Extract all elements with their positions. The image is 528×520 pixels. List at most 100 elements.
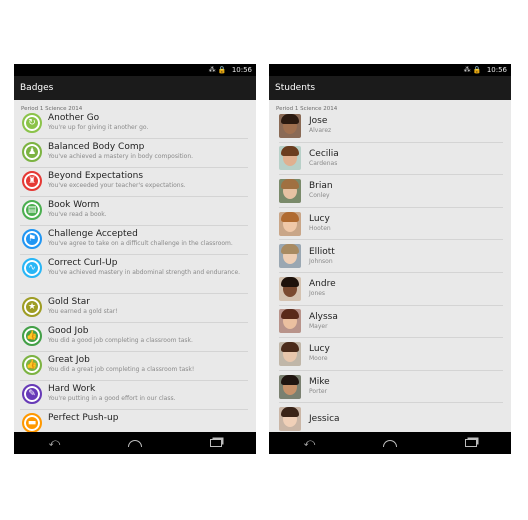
signal-icons: ⁂ 🔒 <box>208 66 227 74</box>
home-button[interactable] <box>120 435 150 451</box>
avatar <box>279 178 301 203</box>
student-name: Elliott Johnson <box>309 247 335 266</box>
badge-description: You're up for giving it another go. <box>48 124 149 131</box>
badge-item[interactable]: ▤ Book Worm You've read a book. <box>20 197 248 226</box>
student-first-name: Brian <box>309 181 333 192</box>
student-item[interactable]: Brian Conley <box>279 175 503 208</box>
student-name: Alyssa Mayer <box>309 312 338 331</box>
student-item[interactable]: Jose Alvarez <box>279 110 503 143</box>
student-item[interactable]: Elliott Johnson <box>279 240 503 273</box>
back-button[interactable]: ⤺ <box>294 435 324 451</box>
badge-glyph: ▤ <box>27 205 37 215</box>
student-item[interactable]: Mike Porter <box>279 371 503 404</box>
student-item[interactable]: Lucy Hooten <box>279 208 503 241</box>
avatar <box>279 244 301 269</box>
student-first-name: Lucy <box>309 214 330 225</box>
recent-apps-button[interactable] <box>201 435 231 451</box>
student-item[interactable]: Alyssa Mayer <box>279 306 503 339</box>
badge-text: Hard Work You're putting in a good effort… <box>48 381 248 403</box>
badge-item[interactable]: ∿ Correct Curl-Up You've achieved mastery … <box>20 255 248 294</box>
student-first-name: Elliott <box>309 246 335 257</box>
badge-description: You've read a book. <box>48 211 107 218</box>
student-first-name: Jessica <box>309 413 340 424</box>
badge-title: Good Job <box>48 326 89 336</box>
badge-title: Another Go <box>48 113 100 123</box>
badge-description: You've exceeded your teacher's expectati… <box>48 182 186 189</box>
badge-item[interactable]: ⚑ Challenge Accepted You've agree to take … <box>20 226 248 255</box>
recent-apps-icon <box>209 439 222 447</box>
status-bar: ⁂ 🔒 10:56 <box>269 64 511 76</box>
badge-glyph: ♜ <box>27 176 37 186</box>
badge-item[interactable]: ↻ Another Go You're up for giving it anoth… <box>20 110 248 139</box>
pushup-icon: ▬ <box>22 413 42 432</box>
badge-glyph: ✎ <box>28 389 36 399</box>
badge-item[interactable]: 👍 Good Job You did a good job completing a… <box>20 323 248 352</box>
badge-list[interactable]: Period 1 Science 2014 ↻ Another Go You're … <box>14 100 256 432</box>
back-button[interactable]: ⤺ <box>39 435 69 451</box>
thumbs-up-icon: 👍 <box>22 355 42 375</box>
badge-item[interactable]: ♜ Beyond Expectations You've exceeded your… <box>20 168 248 197</box>
badge-item[interactable]: ★ Gold Star You earned a gold star! <box>20 294 248 323</box>
recent-apps-button[interactable] <box>456 435 486 451</box>
badge-description: You did a good job completing a classroo… <box>48 337 193 344</box>
badges-screen: ⁂ 🔒 10:56 Badges Period 1 Science 2014 ↻… <box>14 64 256 454</box>
badge-text: Perfect Push-up <box>48 410 248 424</box>
action-bar: Badges <box>14 76 256 100</box>
status-time: 10:56 <box>486 66 507 74</box>
student-last-name: Mayer <box>309 322 328 330</box>
badge-item[interactable]: ♟ Balanced Body Comp You've achieved a mas… <box>20 139 248 168</box>
student-first-name: Lucy <box>309 344 330 355</box>
nav-bar: ⤺ <box>269 432 511 454</box>
avatar <box>279 374 301 399</box>
student-last-name: Cardenas <box>309 159 338 167</box>
badge-description: You've achieved a mastery in body compos… <box>48 153 194 160</box>
student-list[interactable]: Period 1 Science 2014 Jose Alvarez Cecilia… <box>269 100 511 432</box>
badge-description: You did a great job completing a classro… <box>48 366 195 373</box>
student-last-name: Johnson <box>309 257 333 265</box>
student-first-name: Cecilia <box>309 148 339 159</box>
student-first-name: Jose <box>309 116 328 127</box>
student-item[interactable]: Cecilia Cardenas <box>279 143 503 176</box>
badge-title: Correct Curl-Up <box>48 258 118 268</box>
avatar <box>279 211 301 236</box>
back-icon: ⤺ <box>48 436 61 449</box>
badge-text: Balanced Body Comp You've achieved a mast… <box>48 139 248 161</box>
badge-glyph: ⚑ <box>27 234 37 244</box>
student-item[interactable]: Lucy Moore <box>279 338 503 371</box>
student-name: Cecilia Cardenas <box>309 149 339 168</box>
badge-text: Correct Curl-Up You've achieved mastery i… <box>48 255 248 277</box>
badge-item[interactable]: 👍 Great Job You did a great job completing… <box>20 352 248 381</box>
flag-icon: ⚑ <box>22 229 42 249</box>
badge-text: Beyond Expectations You've exceeded your … <box>48 168 248 190</box>
badge-glyph: ♟ <box>27 147 37 157</box>
effort-icon: ✎ <box>22 384 42 404</box>
student-item[interactable]: Jessica <box>279 403 503 432</box>
badge-description: You've agree to take on a difficult chal… <box>48 240 233 247</box>
avatar <box>279 407 301 432</box>
body-icon: ♟ <box>22 142 42 162</box>
student-item[interactable]: Andre Jones <box>279 273 503 306</box>
student-name: Lucy Hooten <box>309 214 331 233</box>
screen-title: Badges <box>20 83 54 93</box>
thumbs-up-icon: 👍 <box>22 326 42 346</box>
recent-apps-icon <box>464 439 477 447</box>
badge-glyph: ★ <box>27 302 37 312</box>
status-time: 10:56 <box>231 66 252 74</box>
badge-title: Book Worm <box>48 200 100 210</box>
avatar <box>279 276 301 301</box>
badge-title: Great Job <box>48 355 90 365</box>
badge-item[interactable]: ✎ Hard Work You're putting in a good effor… <box>20 381 248 410</box>
avatar <box>279 309 301 334</box>
student-last-name: Porter <box>309 388 328 396</box>
home-button[interactable] <box>375 435 405 451</box>
student-last-name: Hooten <box>309 225 331 233</box>
student-name: Jose Alvarez <box>309 116 331 135</box>
badge-glyph: 👍 <box>26 331 38 341</box>
trophy-icon: ♜ <box>22 171 42 191</box>
badge-title: Balanced Body Comp <box>48 142 145 152</box>
student-name: Jessica <box>309 414 340 425</box>
student-name: Brian Conley <box>309 181 333 200</box>
badge-description: You've achieved mastery in abdominal str… <box>48 269 241 276</box>
students-screen: ⁂ 🔒 10:56 Students Period 1 Science 2014… <box>269 64 511 454</box>
badge-item[interactable]: ▬ Perfect Push-up <box>20 410 248 432</box>
